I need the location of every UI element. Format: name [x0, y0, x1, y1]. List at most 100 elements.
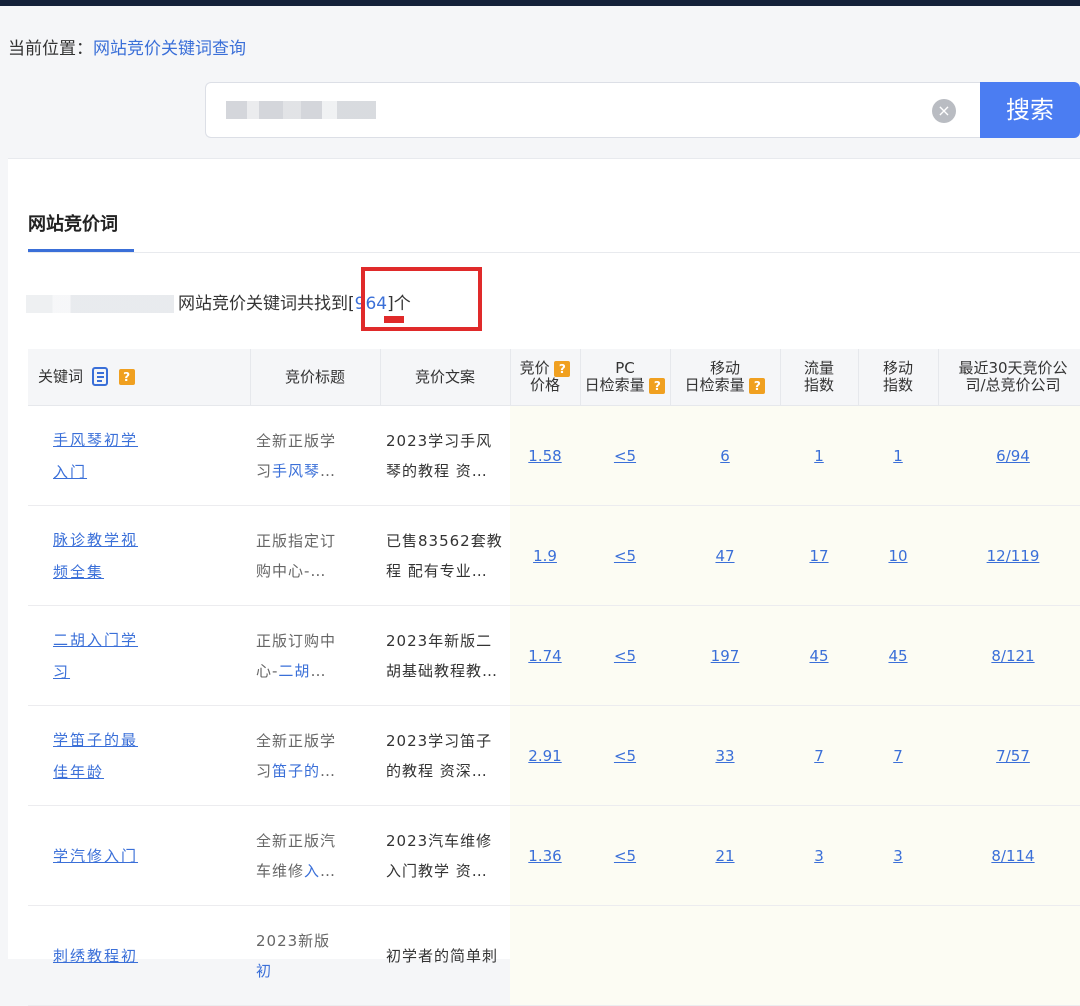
header-traffic-line2: 指数: [803, 376, 834, 394]
title-ellipsis: …: [320, 461, 337, 480]
cell-title: 全新正版汽 车维修入…: [250, 805, 380, 906]
cell-keyword: 学笛子的最 佳年龄: [28, 705, 250, 806]
title-line2: 习: [256, 761, 273, 780]
cell-pc-volume: [580, 905, 670, 1006]
keyword-link[interactable]: 手风琴初学 入门: [28, 424, 250, 488]
header-keyword-label: 关键词: [38, 367, 84, 386]
cell-mobile-index: 3: [858, 805, 938, 906]
price-link[interactable]: 1.74: [528, 647, 561, 665]
search-bar: × 搜索: [205, 82, 1080, 138]
pc-volume-link[interactable]: <5: [614, 747, 636, 765]
cell-price: 1.74: [510, 605, 580, 706]
breadcrumb-prefix: 当前位置：: [8, 39, 93, 59]
keyword-line2: 入门: [53, 462, 88, 481]
table-row: 脉诊教学视 频全集 正版指定订 购中心-… 已售83562套教程 配有专业… 1.9 <5 4…: [28, 505, 1080, 606]
pc-volume-link[interactable]: <5: [614, 447, 636, 465]
pc-volume-link[interactable]: <5: [614, 647, 636, 665]
price-link[interactable]: 2.91: [528, 747, 561, 765]
help-icon[interactable]: ?: [554, 360, 571, 377]
cell-mobile-volume: 21: [670, 805, 780, 906]
copy-list-icon[interactable]: [91, 367, 110, 387]
title-highlight: 初: [256, 961, 273, 980]
pc-volume-link[interactable]: <5: [614, 547, 636, 565]
blurred-site-name: [26, 295, 174, 313]
traffic-index-link[interactable]: 45: [809, 647, 828, 665]
price-link[interactable]: 1.36: [528, 847, 561, 865]
keyword-link[interactable]: 学汽修入门: [28, 840, 250, 872]
mobile-index-link[interactable]: 45: [888, 647, 907, 665]
price-link[interactable]: 1.9: [533, 547, 557, 565]
help-icon[interactable]: ?: [749, 377, 766, 394]
breadcrumb-current-link[interactable]: 网站竞价关键词查询: [93, 39, 246, 59]
header-recent-line1: 最近30天竞价公: [958, 359, 1068, 377]
title-line2: 购中心-…: [256, 561, 327, 580]
cell-mobile-volume: 33: [670, 705, 780, 806]
mobile-volume-link[interactable]: 197: [711, 647, 740, 665]
highlight-annotation-mark: [384, 316, 404, 323]
mobile-volume-link[interactable]: 47: [715, 547, 734, 565]
recent-companies-link[interactable]: 6/94: [996, 447, 1030, 465]
header-mindex-line1: 移动: [882, 359, 913, 377]
title-line2: 习: [256, 461, 273, 480]
title-line1: 全新正版汽: [256, 831, 337, 850]
header-mobile-line1: 移动: [709, 359, 740, 377]
table-row: 学笛子的最 佳年龄 全新正版学 习笛子的… 2023学习笛子 的教程 资深… 2.91 <5 3…: [28, 705, 1080, 806]
traffic-index-link[interactable]: 1: [814, 447, 824, 465]
search-input[interactable]: ×: [205, 82, 981, 138]
pc-volume-link[interactable]: <5: [614, 847, 636, 865]
keyword-link[interactable]: 脉诊教学视 频全集: [28, 524, 250, 588]
mobile-volume-link[interactable]: 6: [720, 447, 730, 465]
title-highlight: 入: [304, 861, 321, 880]
header-mobile: 移动 日检索量 ?: [670, 349, 781, 406]
search-button[interactable]: 搜索: [980, 82, 1080, 138]
mobile-volume-link[interactable]: 33: [715, 747, 734, 765]
recent-companies-link[interactable]: 8/121: [991, 647, 1034, 665]
header-price-line2: 价格: [529, 376, 560, 394]
recent-companies-link[interactable]: 7/57: [996, 747, 1030, 765]
recent-companies-link[interactable]: 12/119: [987, 547, 1040, 565]
header-price: 竞价 ? 价格: [510, 349, 581, 406]
cell-mobile-volume: [670, 905, 780, 1006]
clear-icon[interactable]: ×: [932, 99, 956, 123]
mobile-index-link[interactable]: 1: [893, 447, 903, 465]
mobile-index-link[interactable]: 10: [888, 547, 907, 565]
recent-companies-link[interactable]: 8/114: [991, 847, 1034, 865]
help-icon[interactable]: ?: [118, 369, 135, 385]
traffic-index-link[interactable]: 7: [814, 747, 824, 765]
title-line1: 正版指定订: [256, 531, 337, 550]
table-row: 手风琴初学 入门 全新正版学 习手风琴… 2023学习手风 琴的教程 资… 1.58 <5 6 1…: [28, 405, 1080, 506]
breadcrumb: 当前位置：网站竞价关键词查询: [8, 34, 246, 59]
top-banner: [0, 0, 1080, 6]
copy-line2: 的教程 资深…: [386, 761, 488, 780]
price-link[interactable]: 1.58: [528, 447, 561, 465]
traffic-index-link[interactable]: 3: [814, 847, 824, 865]
copy-line2: 琴的教程 资…: [386, 461, 488, 480]
copy-line1: 2023汽车维修: [386, 831, 493, 850]
keyword-line1: 二胡入门学: [53, 630, 139, 649]
help-icon[interactable]: ?: [649, 377, 666, 394]
header-copy: 竞价文案: [380, 349, 511, 406]
cell-mobile-index: 7: [858, 705, 938, 806]
panel-title: 网站竞价词: [28, 214, 118, 235]
header-mindex-line2: 指数: [882, 376, 913, 394]
title-ellipsis: …: [320, 761, 337, 780]
traffic-index-link[interactable]: 17: [809, 547, 828, 565]
cell-pc-volume: <5: [580, 505, 670, 606]
mobile-volume-link[interactable]: 21: [715, 847, 734, 865]
cell-mobile-index: 10: [858, 505, 938, 606]
header-title: 竞价标题: [250, 349, 381, 406]
keyword-link[interactable]: 二胡入门学习: [28, 624, 250, 688]
cell-copy: 2023汽车维修 入门教学 资…: [380, 805, 510, 906]
keyword-line2: 习: [53, 662, 71, 681]
cell-recent-companies: 12/119: [938, 505, 1080, 606]
cell-recent-companies: 8/114: [938, 805, 1080, 906]
cell-keyword: 学汽修入门: [28, 805, 250, 906]
results-panel: 网站竞价词 网站竞价关键词共找到[964]个 关键词 ? 竞价标题 竞价文案 竞…: [8, 158, 1080, 1006]
mobile-index-link[interactable]: 3: [893, 847, 903, 865]
keyword-link[interactable]: 刺绣教程初: [28, 940, 250, 972]
mobile-index-link[interactable]: 7: [893, 747, 903, 765]
cell-title: 正版指定订购中心-…: [250, 505, 380, 606]
keyword-link[interactable]: 学笛子的最 佳年龄: [28, 724, 250, 788]
cell-mobile-index: 45: [858, 605, 938, 706]
cell-title: 2023新版初: [250, 905, 380, 1006]
